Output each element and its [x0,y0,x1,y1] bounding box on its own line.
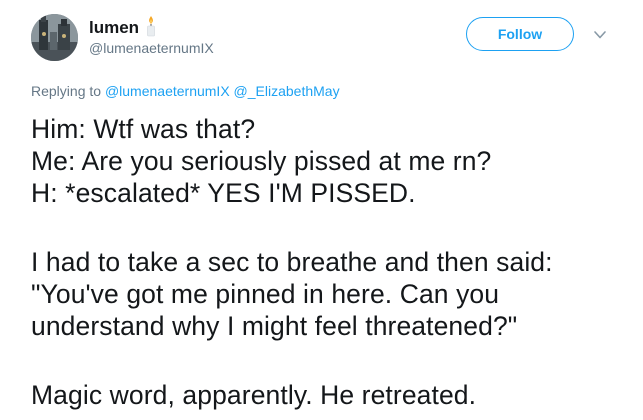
user-name-row: lumen [89,16,157,40]
tweet-line: understand why I might feel threatened?" [31,311,518,341]
tweet-text: Him: Wtf was that? Me: Are you seriously… [31,113,631,411]
reply-mention[interactable]: @lumenaeternumIX [105,83,230,99]
reply-mention[interactable]: @_ElizabethMay [234,83,340,99]
avatar-image [31,14,78,61]
tweet-line: H: *escalated* YES I'M PISSED. [31,178,416,208]
tweet-line: Me: Are you seriously pissed at me rn? [31,146,492,176]
avatar[interactable] [31,14,78,61]
tweet-line: "You've got me pinned in here. Can you [31,279,500,309]
tweet-line: Magic word, apparently. He retreated. [31,380,477,410]
reply-context: Replying to @lumenaeternumIX @_Elizabeth… [31,83,340,99]
display-name[interactable]: lumen [89,18,139,38]
tweet-line: I had to take a sec to breathe and then … [31,247,553,277]
chevron-down-icon[interactable] [592,28,608,40]
follow-button[interactable]: Follow [466,17,574,51]
candle-icon [145,15,157,37]
tweet-line: Him: Wtf was that? [31,114,256,144]
reply-prefix: Replying to [31,83,102,99]
user-handle[interactable]: @lumenaeternumIX [89,40,214,56]
